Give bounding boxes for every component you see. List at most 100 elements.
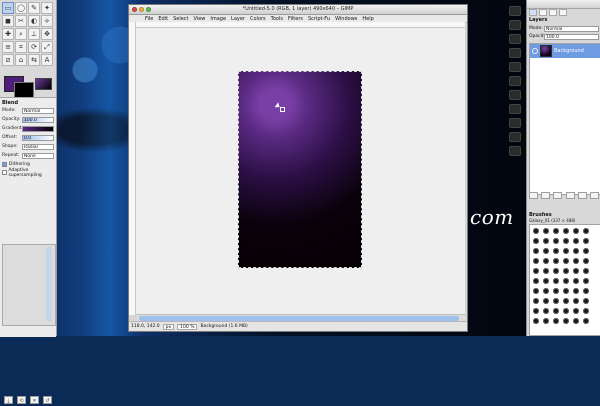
select-by-color-tool-icon[interactable]: ◼ [2,15,14,27]
brush-item[interactable] [572,277,580,285]
brush-item[interactable] [542,267,550,275]
dock-strip-icon-8[interactable] [509,104,521,114]
brush-item[interactable] [562,287,570,295]
units-select[interactable]: px [162,323,175,330]
brush-item[interactable] [532,317,540,325]
menu-layer[interactable]: Layer [231,16,245,22]
layers-opacity-field[interactable]: 100.0 [544,33,599,40]
brush-item[interactable] [572,257,580,265]
brush-item[interactable] [562,267,570,275]
dithering-checkbox[interactable] [2,162,7,167]
flip-tool-icon[interactable]: ⇆ [28,54,40,66]
brush-item[interactable] [532,277,540,285]
adaptive-supersampling-checkbox[interactable] [2,170,7,175]
restore-options-icon[interactable]: ⟲ [17,396,26,404]
brush-item[interactable] [572,227,580,235]
brush-item[interactable] [542,297,550,305]
brush-item[interactable] [582,307,590,315]
brush-item[interactable] [562,247,570,255]
opacity-slider[interactable]: 100.0 [22,116,54,123]
brush-item[interactable] [542,317,550,325]
layers-mode-select[interactable]: Normal [544,25,599,32]
brush-item[interactable] [562,317,570,325]
brush-item[interactable] [532,307,540,315]
brush-item[interactable] [552,237,560,245]
brush-item[interactable] [582,247,590,255]
color-picker-tool-icon[interactable]: ✚ [2,28,14,40]
brush-item[interactable] [582,237,590,245]
zoom-select[interactable]: 100 % [177,323,198,330]
brush-item[interactable] [572,287,580,295]
shape-select[interactable]: Radial [22,143,54,150]
brush-item[interactable] [542,257,550,265]
menu-tools[interactable]: Tools [271,16,283,22]
brush-item[interactable] [572,297,580,305]
brush-item[interactable] [582,277,590,285]
brush-item[interactable] [562,297,570,305]
scale-tool-icon[interactable]: ⤢ [41,41,53,53]
dock-strip-icon-4[interactable] [509,48,521,58]
paths-tool-icon[interactable]: ⟡ [41,15,53,27]
brush-item[interactable] [532,297,540,305]
duplicate-layer-button[interactable] [565,192,575,199]
offset-slider[interactable]: 0.0 [22,134,54,141]
tab-undo[interactable] [559,9,567,16]
dock-strip-icon-7[interactable] [509,90,521,100]
perspective-tool-icon[interactable]: ⌂ [15,54,27,66]
dock-strip-icon-9[interactable] [509,118,521,128]
fuzzy-select-tool-icon[interactable]: ✦ [41,2,53,14]
delete-options-icon[interactable]: ✕ [30,396,39,404]
dock-strip-icon-3[interactable] [509,34,521,44]
reset-options-icon[interactable]: ↺ [43,396,52,404]
dock-strip-icon-11[interactable] [509,146,521,156]
brush-item[interactable] [572,237,580,245]
menu-help[interactable]: Help [362,16,373,22]
zoom-tool-icon[interactable]: ⌕ [15,28,27,40]
brush-item[interactable] [572,247,580,255]
brush-item[interactable] [532,257,540,265]
text-tool-icon[interactable]: A [41,54,53,66]
brush-item[interactable] [552,247,560,255]
brush-item[interactable] [552,287,560,295]
gradient-preview[interactable] [22,125,54,132]
anchor-layer-button[interactable] [577,192,587,199]
measure-tool-icon[interactable]: ⟂ [28,28,40,40]
brush-item[interactable] [562,307,570,315]
brush-item[interactable] [552,267,560,275]
menu-image[interactable]: Image [210,16,226,22]
brush-item[interactable] [552,257,560,265]
repeat-select[interactable]: None [22,152,54,159]
brush-item[interactable] [542,307,550,315]
foreground-select-tool-icon[interactable]: ◐ [28,15,40,27]
menu-view[interactable]: View [194,16,206,22]
raise-layer-button[interactable] [541,192,551,199]
brush-item[interactable] [542,277,550,285]
brush-item[interactable] [582,297,590,305]
brush-item[interactable] [562,237,570,245]
save-options-icon[interactable]: ⤓ [4,396,13,404]
menu-edit[interactable]: Edit [158,16,168,22]
shear-tool-icon[interactable]: ⧄ [2,54,14,66]
lower-layer-button[interactable] [553,192,563,199]
move-tool-icon[interactable]: ✥ [41,28,53,40]
menu-file[interactable]: File [145,16,153,22]
menu-colors[interactable]: Colors [250,16,266,22]
delete-layer-button[interactable] [589,192,599,199]
brush-item[interactable] [562,277,570,285]
free-select-tool-icon[interactable]: ✎ [28,2,40,14]
brush-item[interactable] [552,297,560,305]
rect-select-tool-icon[interactable]: ▭ [2,2,14,14]
brush-item[interactable] [532,247,540,255]
brush-item[interactable] [562,257,570,265]
ellipse-select-tool-icon[interactable]: ◯ [15,2,27,14]
crop-tool-icon[interactable]: ⌗ [15,41,27,53]
eye-icon[interactable] [532,48,538,54]
background-color-swatch[interactable] [14,82,34,98]
tab-layers[interactable] [529,9,537,16]
image-canvas[interactable] [238,71,362,268]
dock-strip-icon-2[interactable] [509,20,521,30]
tool-options-scrollbar[interactable] [46,246,52,322]
brush-item[interactable] [582,267,590,275]
brush-item[interactable] [532,267,540,275]
brush-item[interactable] [552,277,560,285]
